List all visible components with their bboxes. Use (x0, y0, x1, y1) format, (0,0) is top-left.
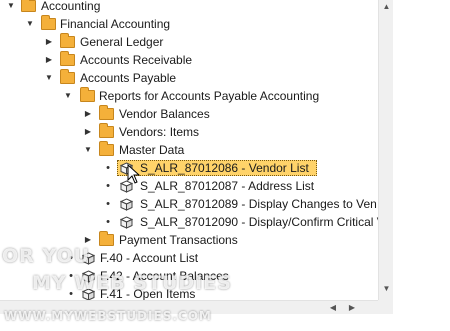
scroll-up-icon[interactable]: ▲ (379, 0, 394, 14)
node-label: Accounts Receivable (80, 53, 193, 67)
folder-icon (99, 105, 114, 120)
triangle-down-icon[interactable]: ▼ (83, 141, 93, 159)
folder-icon (21, 0, 36, 12)
node-label: S_ALR_87012087 - Address List (140, 179, 315, 193)
node-label: Payment Transactions (119, 233, 238, 247)
node-label: F.40 - Account List (100, 251, 199, 265)
node-label: Accounts Payable (80, 71, 177, 85)
mouse-cursor-icon (127, 164, 141, 184)
vertical-scrollbar[interactable]: ▲ ▼ (378, 0, 394, 300)
folder-icon (99, 231, 114, 246)
node-label: Vendor Balances (119, 107, 210, 121)
folder-icon (41, 15, 56, 30)
node-label: S_ALR_87012089 - Display Changes to Ven (140, 197, 377, 211)
node-label: General Ledger (80, 35, 164, 49)
triangle-down-icon[interactable]: ▼ (6, 0, 16, 15)
node-label: Financial Accounting (60, 17, 171, 31)
scroll-right-icon[interactable]: ▶ (345, 301, 359, 315)
folder-icon (60, 33, 75, 48)
report-cube-icon (120, 198, 133, 211)
triangle-right-icon[interactable]: ▶ (44, 33, 54, 51)
node-label: Reports for Accounts Payable Accounting (99, 89, 320, 103)
bullet-icon: • (106, 162, 110, 174)
node-label: S_ALR_87012090 - Display/Confirm Critica… (140, 215, 378, 229)
report-cube-icon (120, 216, 133, 229)
watermark-text: OR YOU (2, 245, 91, 267)
folder-icon (99, 123, 114, 138)
node-label: S_ALR_87012086 - Vendor List (140, 161, 309, 175)
folder-icon (60, 69, 75, 84)
node-label: Master Data (119, 143, 185, 157)
watermark-url: WWW.MYWEBSTUDIES.COM (4, 309, 212, 323)
triangle-right-icon[interactable]: ▶ (83, 123, 93, 141)
bullet-icon: • (106, 198, 110, 210)
watermark-text: MY WEB STUDIES (32, 272, 232, 294)
folder-icon (60, 51, 75, 66)
triangle-right-icon[interactable]: ▶ (83, 105, 93, 123)
empty-panel-area (393, 0, 450, 331)
triangle-down-icon[interactable]: ▼ (44, 69, 54, 87)
folder-icon (99, 141, 114, 156)
bullet-icon: • (106, 180, 110, 192)
triangle-down-icon[interactable]: ▼ (25, 15, 35, 33)
folder-icon (80, 87, 95, 102)
triangle-down-icon[interactable]: ▼ (63, 87, 73, 105)
scroll-down-icon[interactable]: ▼ (379, 282, 394, 296)
scroll-left-icon[interactable]: ◀ (326, 301, 340, 315)
node-label: Vendors: Items (119, 125, 200, 139)
node-label: Accounting (41, 0, 101, 13)
scrollbar-corner (378, 300, 393, 314)
bullet-icon: • (106, 216, 110, 228)
triangle-right-icon[interactable]: ▶ (44, 51, 54, 69)
